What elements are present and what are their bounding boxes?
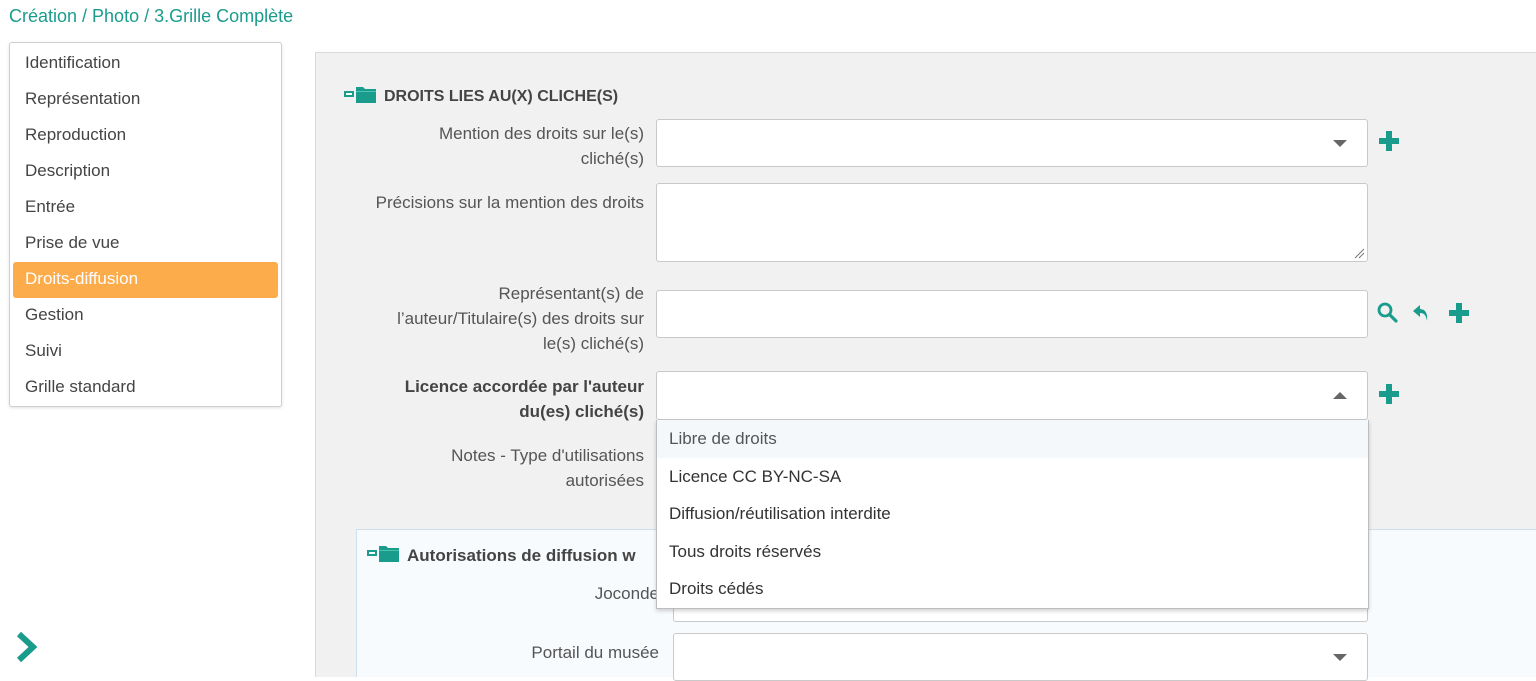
add-icon[interactable] [1377,129,1401,153]
sidebar-item-reproduction[interactable]: Reproduction [13,118,278,154]
portail-select[interactable] [673,633,1368,681]
sidebar-item-prise-de-vue[interactable]: Prise de vue [13,226,278,262]
breadcrumb: Création / Photo / 3.Grille Complète [9,6,294,26]
mention-label: Mention des droits sur le(s) cliché(s) [439,121,644,171]
licence-label-line1: Licence accordée par l'auteur [404,377,644,396]
section-droits-header[interactable]: DROITS LIES AU(X) CLICHE(S) [344,84,618,109]
representant-label: Représentant(s) de l’auteur/Titulaire(s)… [397,281,644,356]
mention-label-line1: Mention des droits sur le(s) [438,124,644,143]
sidebar-item-gestion[interactable]: Gestion [13,298,278,334]
sidebar-menu: Identification Représentation Reproducti… [9,42,282,407]
subsection-header[interactable]: Autorisations de diffusion w [367,543,636,568]
folder-open-icon[interactable] [344,84,378,109]
representant-label-line3: le(s) cliché(s) [542,334,644,353]
licence-option[interactable]: Licence CC BY-NC-SA [657,458,1368,496]
precisions-textarea[interactable] [656,183,1368,262]
mention-select[interactable] [656,119,1368,167]
section-title: DROITS LIES AU(X) CLICHE(S) [384,87,619,105]
resize-handle-icon[interactable] [1353,247,1365,259]
sidebar-item-representation[interactable]: Représentation [13,82,278,118]
sidebar-item-entree[interactable]: Entrée [13,190,278,226]
add-icon[interactable] [1377,382,1401,406]
subsection-title: Autorisations de diffusion w [407,545,636,565]
joconde-label: Joconde [594,584,659,603]
sidebar-item-grille-standard[interactable]: Grille standard [13,370,278,406]
portail-label: Portail du musée [531,643,659,662]
licence-option[interactable]: Droits cédés [657,570,1368,608]
licence-select[interactable] [656,371,1368,420]
representant-label-line2: l’auteur/Titulaire(s) des droits sur [397,309,644,328]
notes-label: Notes - Type d'utilisations autorisées [451,443,644,493]
licence-label-line2: du(es) cliché(s) [519,402,644,421]
notes-label-line1: Notes - Type d'utilisations [451,446,644,465]
licence-option[interactable]: Libre de droits [657,420,1368,458]
notes-label-line2: autorisées [565,471,644,490]
representant-input[interactable] [656,290,1368,338]
undo-icon[interactable] [1411,301,1435,325]
mention-label-line2: cliché(s) [580,149,644,168]
caret-down-icon [1333,654,1347,661]
chevron-right-icon[interactable] [14,630,40,664]
licence-label: Licence accordée par l'auteur du(es) cli… [405,374,644,424]
licence-dropdown-list: Libre de droits Licence CC BY-NC-SA Diff… [656,420,1369,609]
caret-down-icon [1333,140,1347,147]
add-icon[interactable] [1447,301,1471,325]
licence-option[interactable]: Tous droits réservés [657,533,1368,571]
sidebar-item-droits-diffusion[interactable]: Droits-diffusion [13,262,278,298]
search-icon[interactable] [1376,301,1400,325]
sidebar-item-identification[interactable]: Identification [13,46,278,82]
representant-label-line1: Représentant(s) de [498,284,644,303]
sidebar-item-suivi[interactable]: Suivi [13,334,278,370]
caret-up-icon [1333,391,1347,399]
licence-option[interactable]: Diffusion/réutilisation interdite [657,495,1368,533]
precisions-label: Précisions sur la mention des droits [375,193,644,212]
folder-open-icon[interactable] [367,543,401,568]
sidebar-item-description[interactable]: Description [13,154,278,190]
